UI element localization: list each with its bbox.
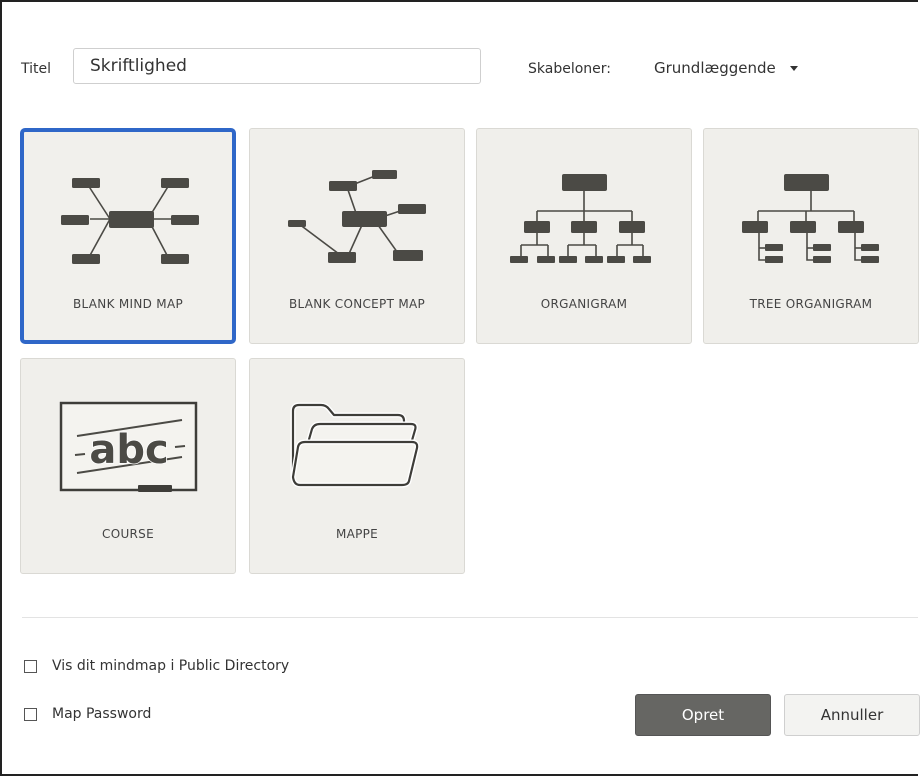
template-label: COURSE <box>102 527 154 541</box>
chevron-down-icon <box>789 65 798 71</box>
map-password-label: Map Password <box>52 706 152 722</box>
create-button[interactable]: Opret <box>635 694 771 736</box>
divider <box>22 617 918 618</box>
templates-label: Skabeloner: <box>528 61 611 77</box>
public-directory-label: Vis dit mindmap i Public Directory <box>52 658 290 674</box>
folder-icon <box>290 402 420 488</box>
template-blank-concept-map[interactable]: BLANK CONCEPT MAP <box>249 128 465 344</box>
template-label: BLANK CONCEPT MAP <box>288 297 426 311</box>
template-label: BLANK MIND MAP <box>73 297 183 311</box>
template-label: TREE ORGANIGRAM <box>749 297 873 311</box>
public-directory-checkbox[interactable] <box>24 659 37 673</box>
template-tree-organigram[interactable]: TREE ORGANIGRAM <box>703 128 919 344</box>
organigram-icon <box>510 174 651 263</box>
template-folder[interactable]: MAPPE <box>249 358 465 574</box>
tree-organigram-icon <box>742 174 879 263</box>
title-label: Titel <box>21 61 52 77</box>
public-directory-option: Vis dit mindmap i Public Directory <box>24 658 289 674</box>
map-password-option: Map Password <box>24 706 151 722</box>
dialog: Titel Skabeloner: Grundlæggende <box>0 0 920 776</box>
template-blank-mind-map[interactable]: BLANK MIND MAP <box>20 128 236 344</box>
template-organigram[interactable]: ORGANIGRAM <box>476 128 692 344</box>
concept-map-icon <box>288 170 426 263</box>
cancel-button[interactable]: Annuller <box>784 694 920 736</box>
mind-map-icon <box>61 178 199 264</box>
svg-text:abc: abc <box>89 427 168 473</box>
map-password-checkbox[interactable] <box>24 707 37 721</box>
template-course[interactable]: abc COURSE <box>20 358 236 574</box>
template-label: MAPPE <box>335 527 379 541</box>
template-label: ORGANIGRAM <box>540 297 628 311</box>
chalkboard-abc-icon: abc <box>59 401 198 492</box>
templates-selected-value: Grundlæggende <box>654 59 776 77</box>
templates-dropdown[interactable]: Grundlæggende <box>654 59 798 77</box>
title-input[interactable] <box>73 48 481 84</box>
